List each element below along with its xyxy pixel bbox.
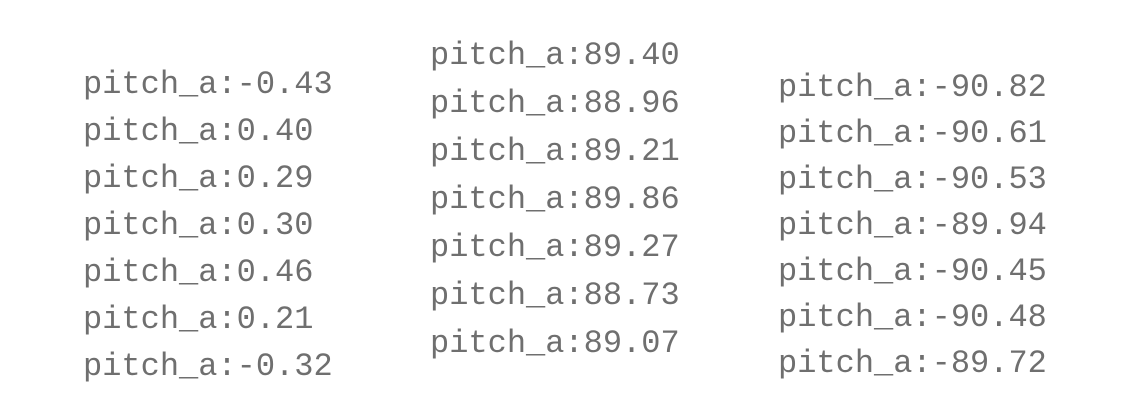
pitch-column-2: pitch_a:89.40 pitch_a:88.96 pitch_a:89.2… bbox=[430, 37, 680, 362]
pitch-reading: pitch_a:0.21 bbox=[83, 301, 314, 338]
pitch-reading: pitch_a:-90.45 bbox=[778, 253, 1047, 290]
pitch-reading: pitch_a:-90.48 bbox=[778, 299, 1047, 336]
pitch-reading: pitch_a:-90.53 bbox=[778, 161, 1047, 198]
pitch-reading: pitch_a:-89.94 bbox=[778, 207, 1047, 244]
pitch-reading: pitch_a:89.07 bbox=[430, 325, 680, 362]
pitch-reading: pitch_a:-0.32 bbox=[83, 348, 333, 385]
pitch-reading: pitch_a:89.27 bbox=[430, 229, 680, 266]
pitch-reading: pitch_a:-0.43 bbox=[83, 66, 333, 103]
pitch-column-1: pitch_a:-0.43 pitch_a:0.40 pitch_a:0.29 … bbox=[83, 66, 333, 385]
pitch-reading: pitch_a:0.46 bbox=[83, 254, 314, 291]
pitch-reading: pitch_a:89.21 bbox=[430, 133, 680, 170]
pitch-column-3: pitch_a:-90.82 pitch_a:-90.61 pitch_a:-9… bbox=[778, 69, 1047, 382]
pitch-reading: pitch_a:0.40 bbox=[83, 113, 314, 150]
pitch-reading: pitch_a:89.86 bbox=[430, 181, 680, 218]
pitch-reading: pitch_a:88.96 bbox=[430, 85, 680, 122]
pitch-readings-panel: pitch_a:-0.43 pitch_a:0.40 pitch_a:0.29 … bbox=[0, 0, 1128, 404]
pitch-reading: pitch_a:-90.82 bbox=[778, 69, 1047, 106]
pitch-reading: pitch_a:0.29 bbox=[83, 160, 314, 197]
pitch-reading: pitch_a:-90.61 bbox=[778, 115, 1047, 152]
pitch-reading: pitch_a:-89.72 bbox=[778, 345, 1047, 382]
pitch-reading: pitch_a:88.73 bbox=[430, 277, 680, 314]
pitch-reading: pitch_a:0.30 bbox=[83, 207, 314, 244]
pitch-reading: pitch_a:89.40 bbox=[430, 37, 680, 74]
